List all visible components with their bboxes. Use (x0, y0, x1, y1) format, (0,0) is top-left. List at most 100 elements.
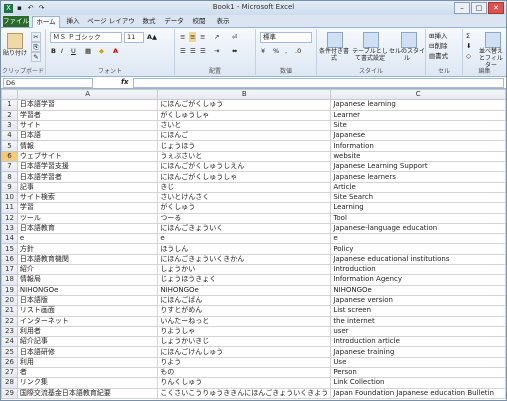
row-header[interactable]: 23 (1, 325, 18, 338)
row-header[interactable]: 9 (1, 181, 18, 193)
column-header-c[interactable]: C (330, 89, 506, 101)
cell-a[interactable]: 日本語学習者 (16, 171, 159, 183)
cut-icon[interactable]: ✂ (31, 32, 41, 42)
cell-a[interactable]: 利用者 (16, 325, 159, 338)
cell-b[interactable]: にほんごがくしゅうしえん (157, 161, 332, 173)
fill-icon[interactable]: ⬇ (465, 41, 472, 51)
orientation-icon[interactable]: ↗ (213, 32, 220, 42)
cell-a[interactable]: 情報局 (16, 274, 159, 286)
tab-review[interactable]: 校閲 (189, 16, 209, 27)
row-header[interactable]: 10 (1, 191, 18, 204)
fx-icon[interactable]: fx (121, 78, 129, 86)
cell-c[interactable]: Japanese Learning Support (330, 161, 506, 173)
number-format-select[interactable]: 標準 (260, 32, 312, 43)
cell-b[interactable]: いんたーねっと (157, 315, 332, 327)
cell-c[interactable]: Policy (330, 243, 506, 255)
cell-b[interactable]: りよう (157, 356, 332, 369)
cell-a[interactable]: 日本語教育機関 (16, 253, 159, 266)
cell-c[interactable]: Japanese learners (330, 171, 506, 183)
tab-home[interactable]: ホーム (32, 16, 60, 28)
cell-b[interactable]: にほんごばん (157, 294, 332, 307)
cell-a[interactable]: 記事 (16, 181, 159, 193)
row-header[interactable]: 22 (1, 315, 18, 327)
row-header[interactable]: 8 (1, 171, 18, 183)
cell-c[interactable]: Japanese training (330, 346, 506, 358)
row-header[interactable]: 16 (1, 253, 18, 266)
cell-a[interactable]: 学習 (16, 202, 159, 214)
cell-c[interactable]: Learner (330, 109, 506, 121)
minimize-button[interactable]: – (454, 2, 470, 14)
cell-c[interactable]: e (330, 233, 506, 245)
cell-b[interactable]: りようしゃ (157, 325, 332, 338)
cell-b[interactable]: がくしゅう (157, 202, 332, 214)
row-header[interactable]: 11 (1, 202, 18, 214)
indent-icon[interactable]: ⇥ (213, 46, 220, 56)
tab-view[interactable]: 表示 (213, 16, 233, 27)
table-format-icon[interactable] (363, 32, 379, 48)
cell-b[interactable]: NIHONGOe (157, 284, 332, 296)
cell-a[interactable]: 紹介記事 (16, 336, 159, 348)
cell-b[interactable]: にほんごきょういく (157, 222, 332, 235)
tab-insert[interactable]: 挿入 (63, 16, 83, 27)
cell-b[interactable]: きじ (157, 181, 332, 193)
copy-icon[interactable]: ⎘ (31, 42, 41, 52)
cell-c[interactable]: the internet (330, 315, 506, 327)
format-cells-button[interactable]: ▤書式 (428, 51, 449, 61)
tab-file[interactable]: ファイル (3, 16, 29, 27)
cell-c[interactable]: Japanese learning (330, 99, 506, 111)
cell-a[interactable]: 日本語研修 (16, 346, 159, 358)
cell-c[interactable]: Link Collection (330, 377, 506, 389)
cell-a[interactable]: 学習者 (16, 109, 159, 121)
row-header[interactable]: 25 (1, 346, 18, 358)
row-header[interactable]: 5 (1, 140, 18, 152)
cell-b[interactable]: さいと (157, 119, 332, 132)
format-painter-icon[interactable]: ✎ (31, 52, 41, 62)
cell-a[interactable]: 日本語 (16, 130, 159, 142)
row-header[interactable]: 26 (1, 356, 18, 369)
row-header[interactable]: 2 (1, 109, 18, 121)
underline-icon[interactable]: U (70, 46, 77, 56)
cell-a[interactable]: サイト検索 (16, 191, 159, 204)
cell-a[interactable]: 利用 (16, 356, 159, 369)
border-icon[interactable]: ▦ (84, 46, 92, 56)
cell-style-icon[interactable] (401, 32, 417, 48)
cell-b[interactable]: もの (157, 367, 332, 379)
row-header[interactable]: 19 (1, 284, 18, 296)
font-color-icon[interactable]: A (112, 46, 119, 56)
cell-c[interactable]: NIHONGOe (330, 284, 506, 296)
tab-formulas[interactable]: 数式 (139, 16, 159, 27)
cell-b[interactable]: こくさいこうりゅうききんにほんごきょういくきよう (157, 387, 332, 399)
column-header-a[interactable]: A (16, 89, 159, 101)
cell-a[interactable]: 日本語学習 (16, 99, 159, 111)
cell-b[interactable]: にほんご (157, 130, 332, 142)
cell-a[interactable]: NIHONGOe (16, 284, 159, 296)
row-header[interactable]: 20 (1, 294, 18, 307)
cell-b[interactable]: e (157, 233, 332, 245)
decimal-icon[interactable]: .0 (294, 46, 302, 56)
row-header[interactable]: 7 (1, 161, 18, 173)
cell-b[interactable]: にほんごがくしゅう (157, 99, 332, 111)
cell-a[interactable]: ツール (16, 212, 159, 224)
conditional-format-label[interactable]: 条件付き書式 (317, 48, 351, 62)
cell-b[interactable]: じょうほうきょく (157, 274, 332, 286)
cell-b[interactable]: しょうかい (157, 264, 332, 276)
row-header[interactable]: 1 (1, 99, 18, 111)
fill-color-icon[interactable]: ◆ (98, 46, 105, 56)
cell-a[interactable]: サイト (16, 119, 159, 132)
name-box[interactable]: D6 (3, 78, 93, 88)
column-header-b[interactable]: B (157, 89, 332, 101)
wrap-text-icon[interactable]: ⏎ (231, 32, 238, 42)
cell-b[interactable]: にほんごけんしゅう (157, 346, 332, 358)
align-middle-icon[interactable]: ≡ (189, 32, 197, 42)
italic-icon[interactable]: I (60, 46, 64, 56)
cell-c[interactable]: Japanese version (330, 294, 506, 307)
cell-c[interactable]: Information Agency (330, 274, 506, 286)
row-header[interactable]: 13 (1, 222, 18, 235)
insert-cells-button[interactable]: ⊞挿入 (428, 31, 448, 41)
cell-a[interactable]: 日本語教育 (16, 222, 159, 235)
cell-c[interactable]: Japan Foundation Japanese education Bull… (330, 387, 506, 399)
cell-b[interactable]: りんくしゅう (157, 377, 332, 389)
row-header[interactable]: 18 (1, 274, 18, 286)
cell-c[interactable]: Japanese-language education (330, 222, 506, 235)
tab-data[interactable]: データ (163, 16, 185, 27)
